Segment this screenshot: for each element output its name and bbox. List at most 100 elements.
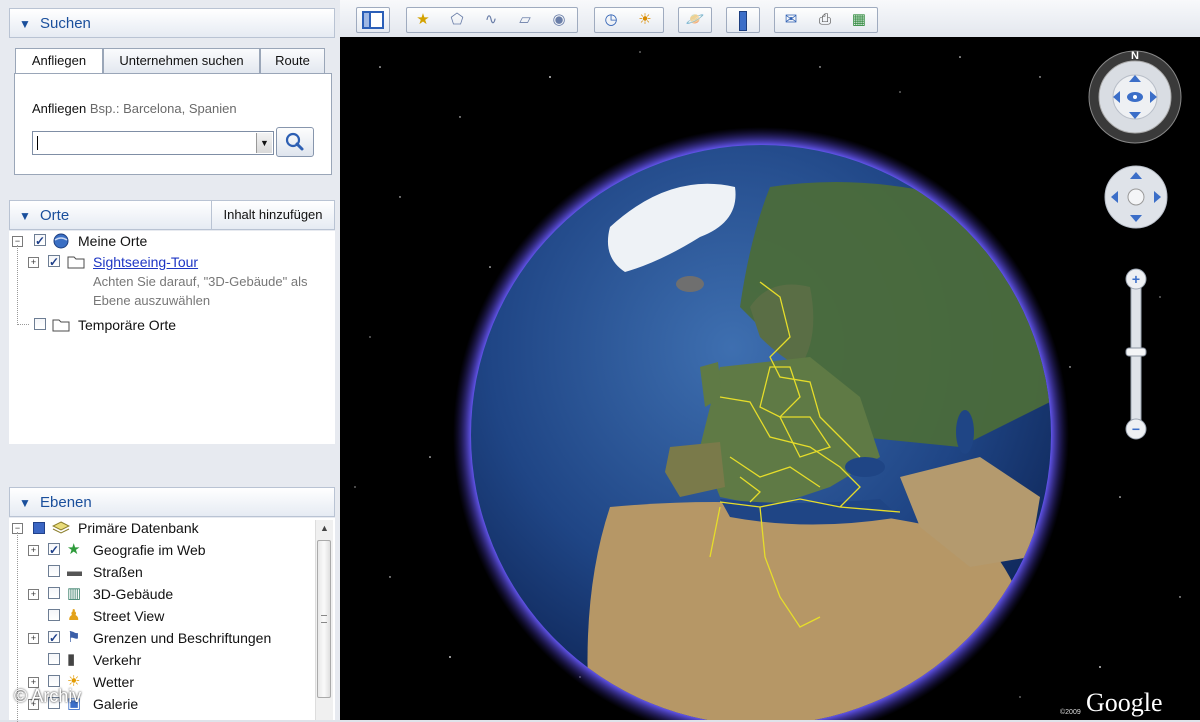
globe-scene[interactable]: N + − bbox=[340, 37, 1200, 720]
expand-toggle-icon[interactable]: + bbox=[28, 257, 39, 268]
image-overlay-icon: ▱ bbox=[519, 11, 531, 28]
primary-database-label: Primäre Datenbank bbox=[78, 520, 199, 536]
globe-viewer[interactable]: N + − bbox=[340, 37, 1200, 720]
layers-stack-icon bbox=[52, 521, 70, 534]
layer-label: Grenzen und Beschriftungen bbox=[93, 630, 272, 646]
layer-checkbox[interactable] bbox=[48, 653, 60, 665]
dropdown-arrow-icon[interactable]: ▼ bbox=[256, 133, 272, 153]
layer-item[interactable]: + ▥ 3D-Gebäude bbox=[28, 584, 318, 604]
fly-to-label: Anfliegen Bsp.: Barcelona, Spanien bbox=[32, 101, 237, 116]
print-button[interactable]: ⎙ bbox=[811, 8, 839, 32]
sightseeing-note: Achten Sie darauf, "3D-Gebäude" als Eben… bbox=[93, 272, 307, 310]
clock-icon: ◷ bbox=[604, 11, 618, 28]
add-polygon-button[interactable]: ⬠ bbox=[443, 8, 471, 32]
note-line-1: Achten Sie darauf, "3D-Gebäude" als bbox=[93, 274, 308, 289]
add-content-button[interactable]: Inhalt hinzufügen bbox=[211, 200, 335, 230]
expand-toggle-icon[interactable]: + bbox=[28, 545, 39, 556]
layer-checkbox[interactable] bbox=[48, 609, 60, 621]
layer-label: Wetter bbox=[93, 674, 134, 690]
layers-panel-title: Ebenen bbox=[40, 494, 92, 511]
collapse-triangle-icon[interactable]: ▼ bbox=[19, 17, 31, 31]
camera-icon: ◉ bbox=[552, 11, 566, 28]
move-control[interactable] bbox=[1104, 165, 1168, 229]
historical-imagery-button[interactable]: ◷ bbox=[597, 8, 625, 32]
sidebar-toggle-group bbox=[356, 7, 390, 33]
ruler-icon bbox=[739, 11, 747, 31]
tree-item-sightseeing-tour[interactable]: + Sightseeing-Tour bbox=[28, 252, 328, 272]
ruler-button[interactable] bbox=[729, 8, 757, 32]
scrollbar-thumb[interactable] bbox=[317, 540, 331, 698]
collapse-triangle-icon[interactable]: ▼ bbox=[19, 496, 31, 510]
places-panel-title: Orte bbox=[40, 207, 70, 224]
sidebar-toggle-button[interactable] bbox=[359, 8, 387, 32]
record-tour-button[interactable]: ◉ bbox=[545, 8, 573, 32]
database-square-icon bbox=[33, 522, 45, 534]
email-button[interactable]: ✉ bbox=[777, 8, 805, 32]
layer-label: Geografie im Web bbox=[93, 542, 206, 558]
layers-panel-header[interactable]: ▼ Ebenen bbox=[9, 487, 335, 517]
sightseeing-link[interactable]: Sightseeing-Tour bbox=[93, 252, 198, 272]
tab-business-search[interactable]: Unternehmen suchen bbox=[103, 48, 260, 74]
layer-item[interactable]: ▮ Verkehr bbox=[28, 650, 318, 670]
add-image-overlay-button[interactable]: ▱ bbox=[511, 8, 539, 32]
flag-icon: ⚑ bbox=[67, 629, 81, 646]
folder-icon bbox=[52, 319, 70, 332]
places-panel-header[interactable]: ▼ Orte bbox=[9, 200, 212, 230]
layers-scrollbar[interactable]: ▲ bbox=[315, 520, 333, 720]
planet-icon: 🪐 bbox=[685, 11, 705, 28]
hand-icon bbox=[1127, 188, 1145, 206]
placemark-pin-icon: ★ bbox=[416, 11, 430, 28]
tree-item-my-places[interactable]: − Meine Orte bbox=[12, 231, 322, 251]
pegman-icon: ♟ bbox=[67, 607, 81, 624]
layer-checkbox[interactable] bbox=[48, 565, 60, 577]
tab-route[interactable]: Route bbox=[260, 48, 325, 74]
zoom-slider[interactable]: + − bbox=[1125, 268, 1147, 440]
temporary-places-checkbox[interactable] bbox=[34, 318, 46, 330]
add-path-button[interactable]: ∿ bbox=[477, 8, 505, 32]
path-icon: ∿ bbox=[484, 11, 498, 28]
layer-checkbox[interactable] bbox=[48, 587, 60, 599]
time-sun-group: ◷ ☀ bbox=[594, 7, 664, 33]
fly-to-hint: Bsp.: Barcelona, Spanien bbox=[89, 101, 237, 116]
sunrise-icon: ☀ bbox=[638, 11, 652, 28]
sightseeing-checkbox[interactable] bbox=[48, 252, 60, 272]
layer-item[interactable]: ▬ Straßen bbox=[28, 562, 318, 582]
fly-to-label-text: Anfliegen bbox=[32, 101, 87, 116]
traffic-light-icon: ▮ bbox=[67, 651, 76, 668]
layer-label: 3D-Gebäude bbox=[93, 586, 174, 602]
sunlight-button[interactable]: ☀ bbox=[631, 8, 659, 32]
my-places-checkbox[interactable] bbox=[34, 231, 46, 251]
ruler-group bbox=[726, 7, 760, 33]
star-icon: ★ bbox=[67, 541, 81, 558]
text-caret bbox=[37, 136, 38, 150]
search-panel-header[interactable]: ▼ Suchen bbox=[9, 8, 335, 38]
black-sea bbox=[845, 457, 885, 477]
north-label: N bbox=[1131, 50, 1139, 62]
sidebar-layout-icon bbox=[362, 11, 384, 29]
layer-item[interactable]: ♟ Street View bbox=[28, 606, 318, 626]
scroll-up-arrow-icon[interactable]: ▲ bbox=[316, 520, 333, 537]
sidebar: ▼ Suchen Anfliegen Unternehmen suchen Ro… bbox=[0, 0, 340, 722]
layer-item[interactable]: + ⚑ Grenzen und Beschriftungen bbox=[28, 628, 318, 648]
layer-label: Verkehr bbox=[93, 652, 142, 668]
grip-icon bbox=[321, 615, 327, 623]
tree-item-primary-database[interactable]: − Primäre Datenbank bbox=[12, 518, 312, 538]
layer-checkbox[interactable] bbox=[48, 540, 60, 560]
expand-toggle-icon[interactable]: + bbox=[28, 633, 39, 644]
layer-checkbox[interactable] bbox=[48, 628, 60, 648]
tree-item-temporary-places[interactable]: Temporäre Orte bbox=[12, 315, 322, 335]
search-button[interactable] bbox=[276, 127, 314, 157]
navigation-compass[interactable]: N bbox=[1088, 50, 1182, 144]
zoom-thumb[interactable] bbox=[1125, 347, 1147, 357]
magnifier-icon bbox=[285, 132, 304, 151]
planets-group: 🪐 bbox=[678, 7, 712, 33]
expand-toggle-icon[interactable]: + bbox=[28, 589, 39, 600]
planets-button[interactable]: 🪐 bbox=[681, 8, 709, 32]
layer-item[interactable]: + ★ Geografie im Web bbox=[28, 540, 318, 560]
tab-fly-to[interactable]: Anfliegen bbox=[15, 48, 103, 75]
fly-to-input[interactable]: ▼ bbox=[32, 131, 274, 155]
add-placemark-button[interactable]: ★ bbox=[409, 8, 437, 32]
view-in-maps-button[interactable]: ▦ bbox=[845, 8, 873, 32]
collapse-triangle-icon[interactable]: ▼ bbox=[19, 209, 31, 223]
plus-icon: + bbox=[1132, 271, 1140, 287]
